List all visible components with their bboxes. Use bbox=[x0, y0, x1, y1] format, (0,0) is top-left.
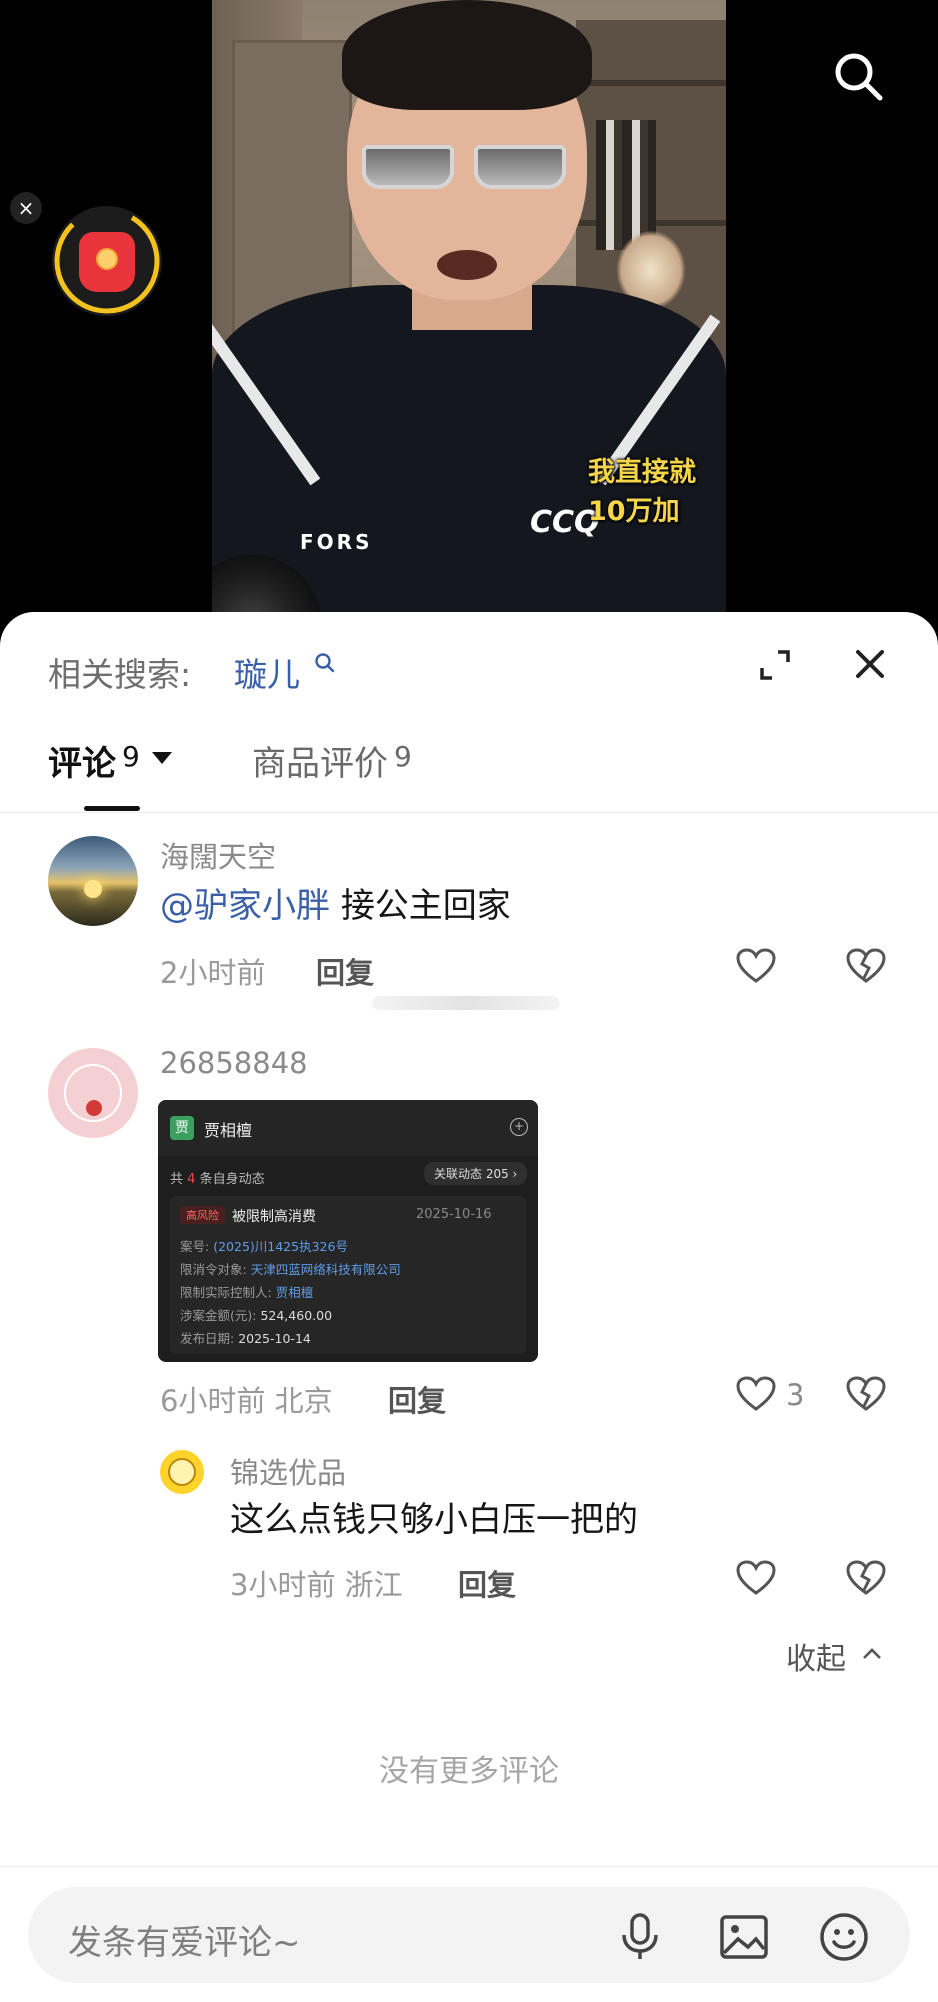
avatar[interactable] bbox=[158, 1448, 206, 1496]
mention-link[interactable]: @驴家小胖 bbox=[160, 886, 330, 926]
video-frame: FORS CCQ 我直接就10万加 bbox=[212, 0, 726, 640]
red-packet-icon[interactable] bbox=[52, 206, 162, 316]
like-icon[interactable] bbox=[736, 1376, 776, 1412]
sunglasses bbox=[362, 145, 572, 193]
comment-username[interactable]: 海闊天空 bbox=[160, 834, 276, 876]
like-count: 3 bbox=[786, 1378, 805, 1412]
person-hair bbox=[342, 0, 592, 110]
no-more-comments: 没有更多评论 bbox=[379, 1754, 559, 1789]
search-icon[interactable] bbox=[314, 652, 336, 674]
comment-input-placeholder: 发条有爱评论~ bbox=[68, 1923, 301, 1963]
dislike-icon[interactable] bbox=[846, 1560, 886, 1596]
comment-input-bar: 发条有爱评论~ bbox=[0, 1866, 938, 2002]
comment-time: 3小时前 浙江 bbox=[230, 1568, 403, 1602]
image-icon[interactable] bbox=[718, 1911, 770, 1963]
avatar[interactable] bbox=[48, 1048, 138, 1138]
emoji-icon[interactable] bbox=[818, 1911, 870, 1963]
reply-button[interactable]: 回复 bbox=[388, 1378, 446, 1420]
collapse-replies-button[interactable]: 收起 bbox=[786, 1634, 846, 1678]
plus-icon: + bbox=[510, 1118, 528, 1136]
close-icon[interactable] bbox=[852, 646, 888, 682]
active-tab-indicator bbox=[84, 806, 140, 811]
tab-comments-count: 9 bbox=[122, 740, 140, 773]
video-player[interactable]: FORS CCQ 我直接就10万加 × bbox=[0, 0, 938, 640]
expand-icon[interactable] bbox=[758, 648, 792, 682]
microphone-icon[interactable] bbox=[614, 1911, 666, 1963]
search-icon[interactable] bbox=[832, 50, 884, 102]
related-search-term[interactable]: 璇儿 bbox=[234, 648, 300, 696]
dislike-icon[interactable] bbox=[846, 948, 886, 984]
avatar[interactable] bbox=[48, 836, 138, 926]
chevron-down-icon[interactable] bbox=[152, 752, 172, 764]
tab-product-reviews[interactable]: 商品评价 bbox=[252, 736, 388, 785]
comment-time: 2小时前 bbox=[160, 956, 266, 990]
tab-reviews-count: 9 bbox=[394, 740, 412, 773]
comment-input[interactable]: 发条有爱评论~ bbox=[28, 1887, 910, 1983]
dislike-icon[interactable] bbox=[846, 1376, 886, 1412]
chevron-up-icon[interactable] bbox=[862, 1644, 882, 1664]
tab-comments[interactable]: 评论 bbox=[48, 736, 116, 785]
reply-button[interactable]: 回复 bbox=[316, 950, 374, 992]
comment-username[interactable]: 26858848 bbox=[160, 1046, 308, 1080]
comment-image[interactable]: 贾 贾相檀 + 共 4 条自身动态 关联动态 205 › 高风险 被限制高消费 … bbox=[158, 1100, 538, 1362]
related-search-label: 相关搜索: bbox=[48, 655, 192, 694]
divider bbox=[0, 812, 938, 813]
comment-time: 6小时前 北京 bbox=[160, 1384, 333, 1418]
video-subtitle: 我直接就10万加 bbox=[588, 457, 696, 527]
like-icon[interactable] bbox=[736, 1560, 776, 1596]
reply-button[interactable]: 回复 bbox=[458, 1562, 516, 1604]
comment-text: 这么点钱只够小白压一把的 bbox=[230, 1500, 638, 1540]
comment-username[interactable]: 锦选优品 bbox=[230, 1450, 346, 1492]
loading-indicator bbox=[372, 996, 560, 1010]
close-icon[interactable]: × bbox=[10, 192, 42, 224]
company-logo-icon: 贾 bbox=[170, 1116, 194, 1140]
comment-text: @驴家小胖 接公主回家 bbox=[160, 886, 511, 926]
jacket-logo-left: FORS bbox=[300, 530, 373, 554]
like-icon[interactable] bbox=[736, 948, 776, 984]
